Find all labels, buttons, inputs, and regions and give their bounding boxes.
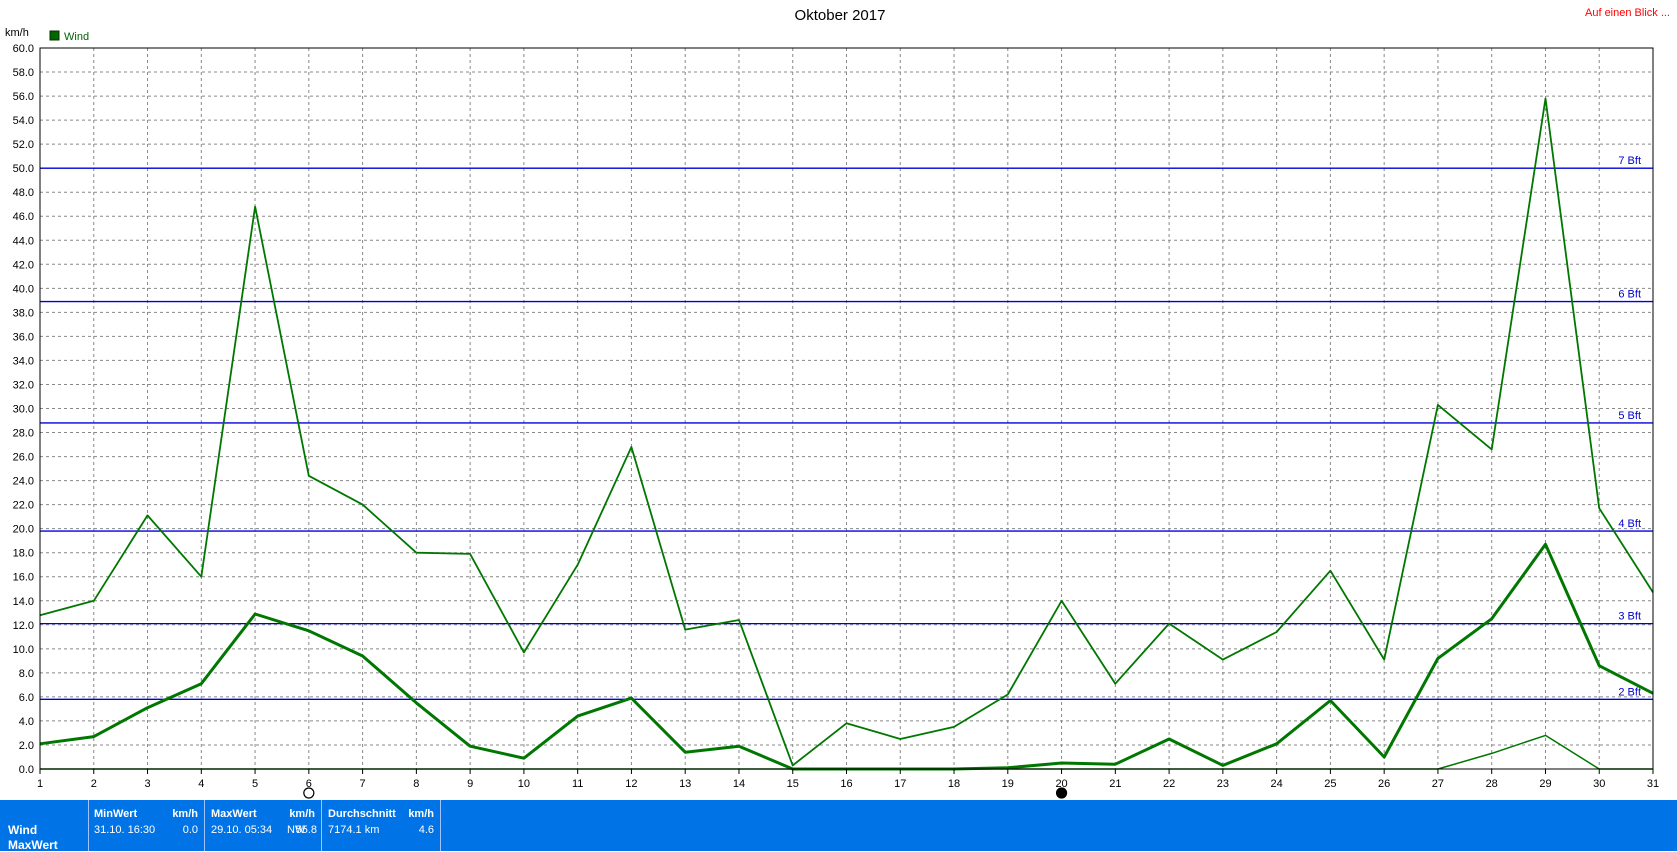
x-tick-label: 1 <box>37 778 43 790</box>
beaufort-label: 7 Bft <box>1618 155 1641 167</box>
beaufort-label: 5 Bft <box>1618 410 1641 422</box>
y-tick-label: 44.0 <box>13 235 34 247</box>
x-tick-label: 24 <box>1271 778 1283 790</box>
y-tick-label: 20.0 <box>13 524 34 536</box>
x-tick-label: 11 <box>572 778 583 790</box>
stats-avg-unit: km/h <box>408 808 434 820</box>
x-tick-label: 22 <box>1163 778 1175 790</box>
y-tick-label: 18.0 <box>13 548 34 560</box>
legend-label-wind: Wind <box>64 31 89 43</box>
beaufort-label: 4 Bft <box>1618 518 1641 530</box>
x-tick-label: 25 <box>1324 778 1336 790</box>
stats-max-header: MaxWert <box>211 808 257 820</box>
x-tick-label: 16 <box>840 778 852 790</box>
y-tick-label: 36.0 <box>13 331 34 343</box>
y-tick-label: 14.0 <box>13 596 34 608</box>
x-tick-label: 4 <box>198 778 204 790</box>
x-tick-label: 30 <box>1593 778 1605 790</box>
stats-min-box: MinWert km/h 31.10. 16:30 0.0 <box>88 800 205 851</box>
x-tick-label: 21 <box>1109 778 1121 790</box>
statistics-bar: Wind MaxWert MinWert km/h 31.10. 16:30 0… <box>0 800 1677 852</box>
stats-min-datetime: 31.10. 16:30 <box>94 824 156 836</box>
chart-title: Oktober 2017 <box>795 7 886 24</box>
y-tick-label: 60.0 <box>13 43 34 55</box>
stats-max-value: 55.8 <box>295 824 317 836</box>
x-tick-label: 28 <box>1486 778 1498 790</box>
x-tick-label: 19 <box>1002 778 1014 790</box>
y-tick-label: 42.0 <box>13 259 34 271</box>
beaufort-label: 3 Bft <box>1618 611 1641 623</box>
y-tick-label: 52.0 <box>13 139 34 151</box>
wind-chart: Oktober 2017 Auf einen Blick ... km/h Wi… <box>5 7 1670 799</box>
x-tick-label: 2 <box>91 778 97 790</box>
x-tick-label: 29 <box>1539 778 1551 790</box>
stats-min-unit: km/h <box>172 808 198 820</box>
x-tick-label: 27 <box>1432 778 1444 790</box>
stats-min-header: MinWert <box>94 808 138 820</box>
y-tick-label: 10.0 <box>13 644 34 656</box>
y-tick-label: 46.0 <box>13 211 34 223</box>
y-tick-label: 30.0 <box>13 404 34 416</box>
y-tick-label: 48.0 <box>13 187 34 199</box>
stats-avg-header: Durchschnitt <box>328 808 396 820</box>
x-tick-label: 3 <box>144 778 150 790</box>
stats-avg-value: 4.6 <box>418 824 434 836</box>
y-tick-label: 38.0 <box>13 307 34 319</box>
y-tick-label: 0.0 <box>19 764 34 776</box>
y-axis-unit-label: km/h <box>5 27 29 39</box>
x-tick-label: 9 <box>467 778 473 790</box>
y-tick-label: 50.0 <box>13 163 34 175</box>
stats-avg-box: Durchschnitt km/h 7174.1 km 4.6 <box>322 800 441 851</box>
beaufort-label: 2 Bft <box>1618 686 1641 698</box>
y-tick-label: 28.0 <box>13 428 34 440</box>
y-tick-label: 26.0 <box>13 452 34 464</box>
y-tick-label: 16.0 <box>13 572 34 584</box>
stats-avg-distance: 7174.1 km <box>328 824 380 836</box>
stats-max-box: MaxWert km/h 29.10. 05:34 NW 55.8 <box>205 800 322 851</box>
x-tick-label: 31 <box>1647 778 1659 790</box>
y-tick-label: 32.0 <box>13 379 34 391</box>
x-tick-label: 15 <box>787 778 799 790</box>
beaufort-label: 6 Bft <box>1618 289 1641 301</box>
y-tick-label: 4.0 <box>19 716 34 728</box>
overview-link[interactable]: Auf einen Blick ... <box>1585 7 1670 19</box>
stats-max-unit: km/h <box>289 808 315 820</box>
x-tick-label: 5 <box>252 778 258 790</box>
stats-min-value: 0.0 <box>182 824 198 836</box>
full-moon-icon <box>303 787 315 799</box>
y-tick-label: 40.0 <box>13 283 34 295</box>
y-tick-label: 58.0 <box>13 67 34 79</box>
x-tick-label: 10 <box>518 778 530 790</box>
x-tick-label: 8 <box>413 778 419 790</box>
y-tick-label: 8.0 <box>19 668 34 680</box>
x-tick-label: 26 <box>1378 778 1390 790</box>
x-tick-label: 13 <box>679 778 691 790</box>
x-tick-label: 7 <box>360 778 366 790</box>
stats-max-datetime: 29.10. 05:34 <box>211 824 273 836</box>
new-moon-icon <box>1055 787 1068 799</box>
x-tick-label: 17 <box>894 778 906 790</box>
stats-label-column <box>0 800 89 851</box>
y-tick-label: 34.0 <box>13 355 34 367</box>
legend-swatch-wind <box>49 30 60 41</box>
y-tick-label: 2.0 <box>19 740 34 752</box>
y-tick-label: 54.0 <box>13 115 34 127</box>
y-tick-label: 12.0 <box>13 620 34 632</box>
y-tick-label: 24.0 <box>13 476 34 488</box>
y-tick-label: 22.0 <box>13 500 34 512</box>
y-tick-label: 56.0 <box>13 91 34 103</box>
x-tick-label: 14 <box>733 778 745 790</box>
x-tick-label: 12 <box>625 778 637 790</box>
y-tick-label: 6.0 <box>19 692 34 704</box>
x-tick-label: 23 <box>1217 778 1229 790</box>
x-tick-label: 18 <box>948 778 960 790</box>
